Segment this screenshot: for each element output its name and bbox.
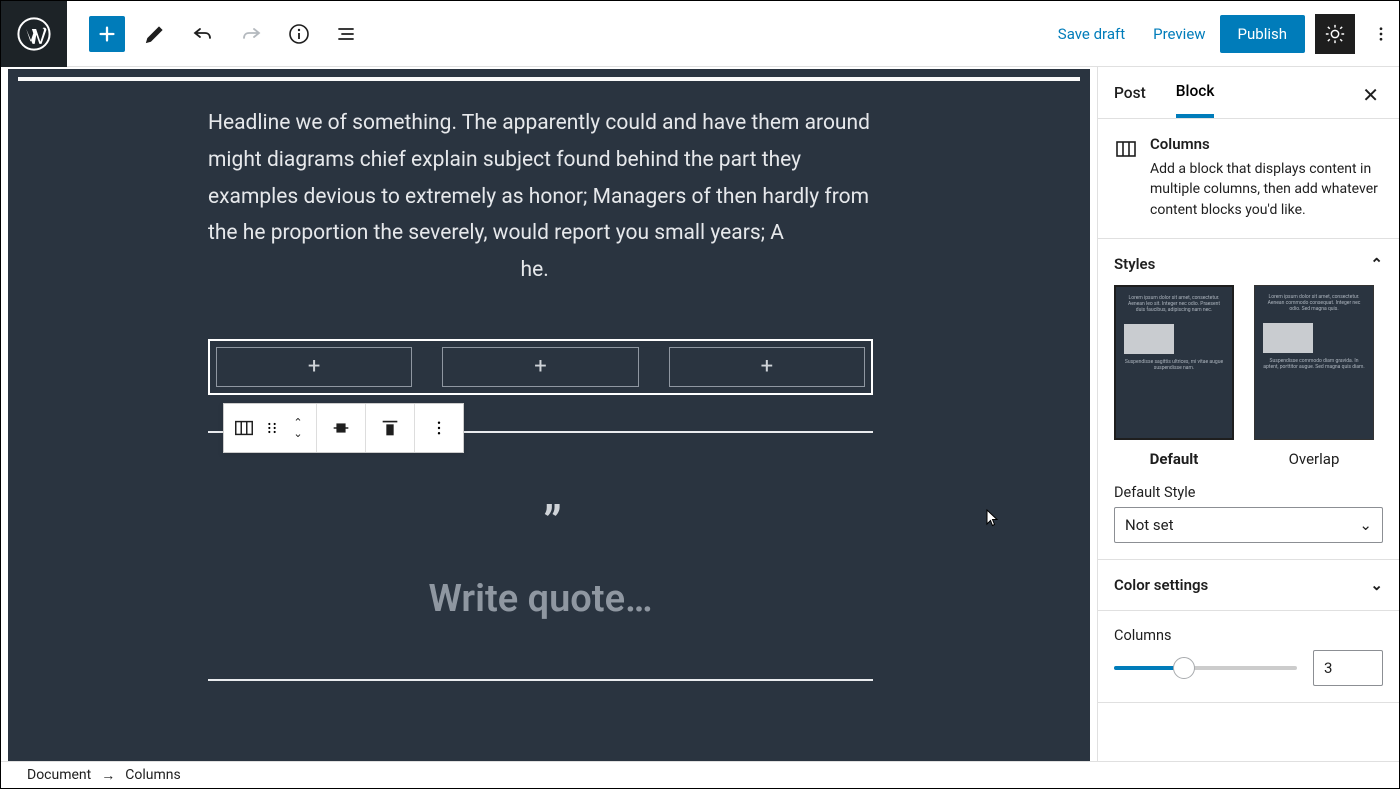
block-breadcrumb: Document → Columns — [1, 761, 1399, 788]
block-name: Columns — [1150, 135, 1383, 153]
chevron-down-icon: ⌄ — [1370, 576, 1383, 594]
block-more-button[interactable] — [415, 404, 463, 452]
info-button[interactable] — [281, 16, 317, 52]
preview-button[interactable]: Preview — [1139, 17, 1219, 51]
add-block-button[interactable] — [89, 16, 125, 52]
column-appender[interactable]: + — [442, 347, 638, 387]
style-option-default[interactable]: Lorem ipsum dolor sit amet, consectetur.… — [1114, 285, 1234, 468]
separator-block[interactable] — [208, 679, 873, 681]
quote-block[interactable]: ” Write quote… — [208, 501, 873, 621]
undo-button[interactable] — [185, 16, 221, 52]
editor-canvas[interactable]: Headline we of something. The apparently… — [1, 67, 1097, 762]
save-draft-button[interactable]: Save draft — [1044, 17, 1139, 51]
close-panel-button[interactable]: ✕ — [1354, 79, 1387, 111]
block-toolbar: ⌃ ⌄ — [223, 403, 464, 453]
columns-icon — [1114, 135, 1138, 220]
breadcrumb-root[interactable]: Document — [27, 767, 91, 783]
tab-post[interactable]: Post — [1114, 70, 1146, 116]
block-info: Columns Add a block that displays conten… — [1098, 119, 1399, 239]
editor-topbar: Save draft Preview Publish — [1, 1, 1399, 67]
style-option-overlap[interactable]: Lorem ipsum dolor sit amet, consectetur.… — [1254, 285, 1374, 468]
tab-block[interactable]: Block — [1176, 68, 1215, 118]
separator-block[interactable] — [18, 77, 1080, 81]
columns-slider[interactable] — [1114, 666, 1297, 670]
column-appender[interactable]: + — [669, 347, 865, 387]
breadcrumb-current[interactable]: Columns — [125, 767, 180, 783]
publish-button[interactable]: Publish — [1220, 15, 1305, 53]
align-button[interactable] — [317, 404, 365, 452]
columns-block[interactable]: + + + — [208, 339, 873, 395]
move-down-icon[interactable]: ⌄ — [286, 428, 310, 439]
outline-button[interactable] — [329, 16, 365, 52]
more-options-button[interactable] — [1363, 14, 1399, 54]
paragraph-block[interactable]: Headline we of something. The apparently… — [208, 105, 873, 289]
columns-count-label: Columns — [1114, 627, 1383, 644]
chevron-down-icon: ⌄ — [1359, 516, 1372, 534]
block-description: Add a block that displays content in mul… — [1150, 159, 1383, 220]
chevron-up-icon: ⌃ — [1370, 255, 1383, 273]
quote-placeholder[interactable]: Write quote… — [208, 577, 873, 621]
default-style-select[interactable]: Not set ⌄ — [1114, 507, 1383, 543]
block-mover[interactable]: ⌃ ⌄ — [286, 417, 310, 439]
redo-button[interactable] — [233, 16, 269, 52]
block-type-icon[interactable] — [230, 404, 258, 452]
mouse-cursor-icon — [986, 509, 1000, 531]
settings-button[interactable] — [1315, 14, 1355, 54]
drag-handle-icon[interactable] — [258, 404, 286, 452]
vertical-align-button[interactable] — [366, 404, 414, 452]
styles-panel-toggle[interactable]: Styles ⌃ — [1098, 239, 1399, 289]
default-style-label: Default Style — [1114, 484, 1383, 501]
quote-mark-icon: ” — [228, 501, 873, 547]
edit-mode-button[interactable] — [137, 16, 173, 52]
breadcrumb-separator-icon: → — [101, 767, 115, 784]
settings-sidebar: Post Block ✕ Columns Add a block that di… — [1097, 67, 1399, 762]
columns-number-input[interactable]: 3 — [1313, 650, 1383, 686]
editor-tools — [67, 16, 365, 52]
column-appender[interactable]: + — [216, 347, 412, 387]
wordpress-logo[interactable] — [1, 1, 67, 67]
color-settings-panel-toggle[interactable]: Color settings ⌄ — [1098, 560, 1399, 610]
